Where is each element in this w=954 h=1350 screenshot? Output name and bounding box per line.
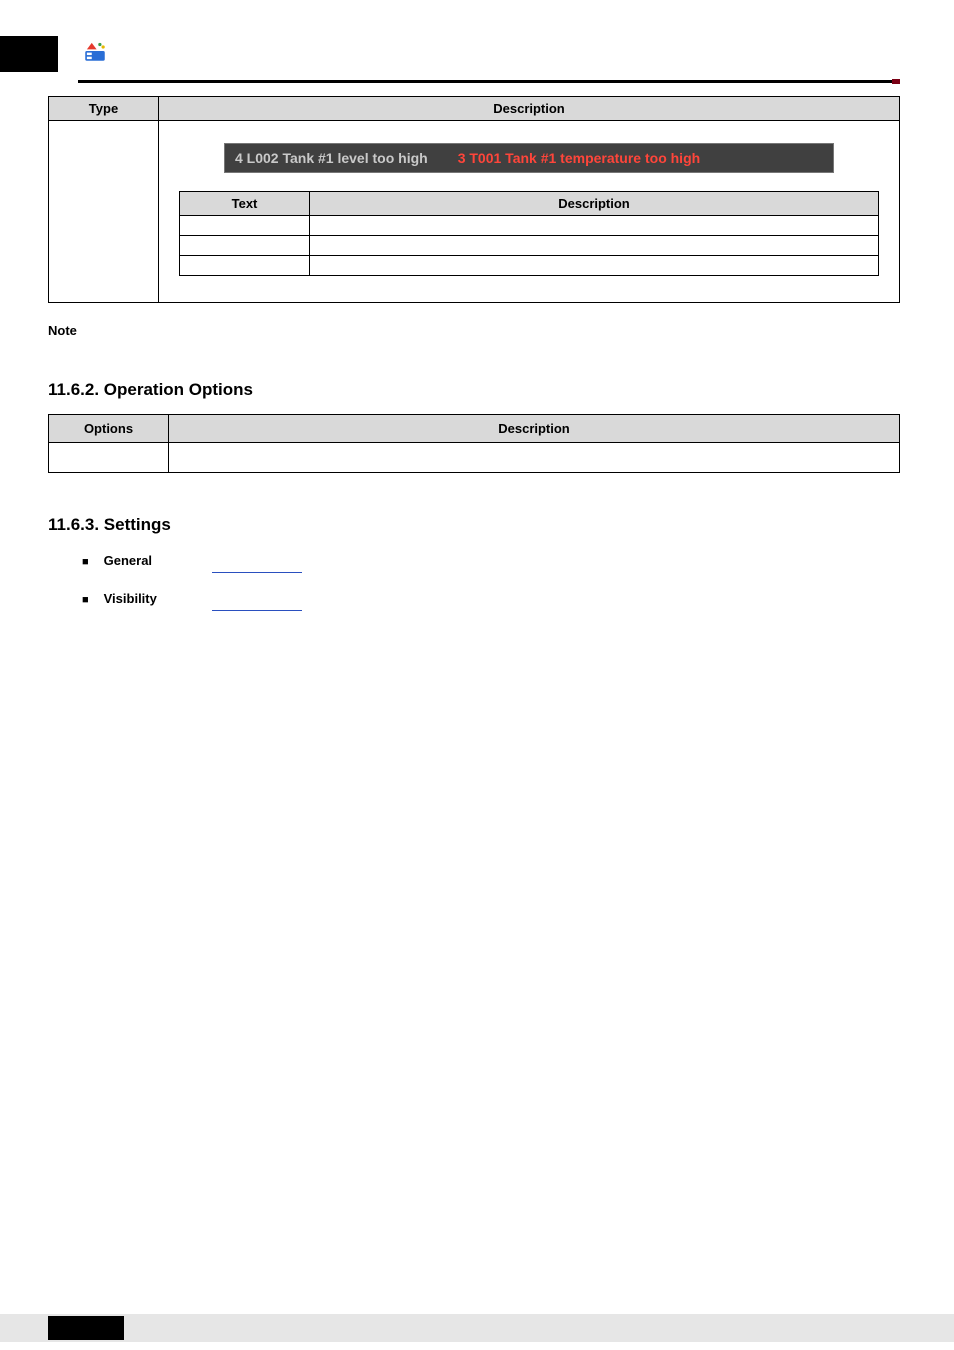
note-block: Note xyxy=(48,323,900,338)
link-underline[interactable] xyxy=(212,601,302,611)
bullet-icon: ■ xyxy=(82,553,100,571)
section-heading-settings: 11.6.3. Settings xyxy=(48,515,900,535)
description-cell: 4 L002 Tank #1 level too high 3 T001 Tan… xyxy=(159,121,900,303)
list-item: ■ General xyxy=(82,553,900,573)
column-header-description-ops: Description xyxy=(169,415,900,443)
column-header-type: Type xyxy=(49,97,159,121)
column-header-description: Description xyxy=(159,97,900,121)
table-row xyxy=(180,256,310,276)
settings-item-general: General xyxy=(104,553,152,568)
bullet-icon: ■ xyxy=(82,591,100,609)
type-cell xyxy=(49,121,159,303)
column-header-description-inner: Description xyxy=(310,192,879,216)
header-side-block xyxy=(0,36,58,72)
table-row xyxy=(310,256,879,276)
header-rule xyxy=(78,80,900,83)
table-row xyxy=(180,216,310,236)
section-heading-operation-options: 11.6.2. Operation Options xyxy=(48,380,900,400)
type-description-table: Type Description 4 L002 Tank #1 level to… xyxy=(48,96,900,303)
column-header-text: Text xyxy=(180,192,310,216)
app-logo-icon xyxy=(82,38,108,64)
footer-band xyxy=(0,1314,954,1342)
note-label: Note xyxy=(48,323,77,338)
alarm-marquee: 4 L002 Tank #1 level too high 3 T001 Tan… xyxy=(224,143,834,173)
operation-options-table: Options Description xyxy=(48,414,900,473)
settings-item-visibility: Visibility xyxy=(104,591,157,606)
table-row xyxy=(310,236,879,256)
table-row xyxy=(180,236,310,256)
table-row xyxy=(169,443,900,473)
column-header-options: Options xyxy=(49,415,169,443)
footer-page-block xyxy=(48,1316,124,1340)
text-description-table: Text Description xyxy=(179,191,879,276)
settings-list: ■ General ■ Visibility xyxy=(48,553,900,611)
table-row xyxy=(310,216,879,236)
marquee-item-right: 3 T001 Tank #1 temperature too high xyxy=(458,150,700,166)
table-row xyxy=(49,443,169,473)
list-item: ■ Visibility xyxy=(82,591,900,611)
link-underline[interactable] xyxy=(212,563,302,573)
marquee-item-left: 4 L002 Tank #1 level too high xyxy=(235,150,428,166)
